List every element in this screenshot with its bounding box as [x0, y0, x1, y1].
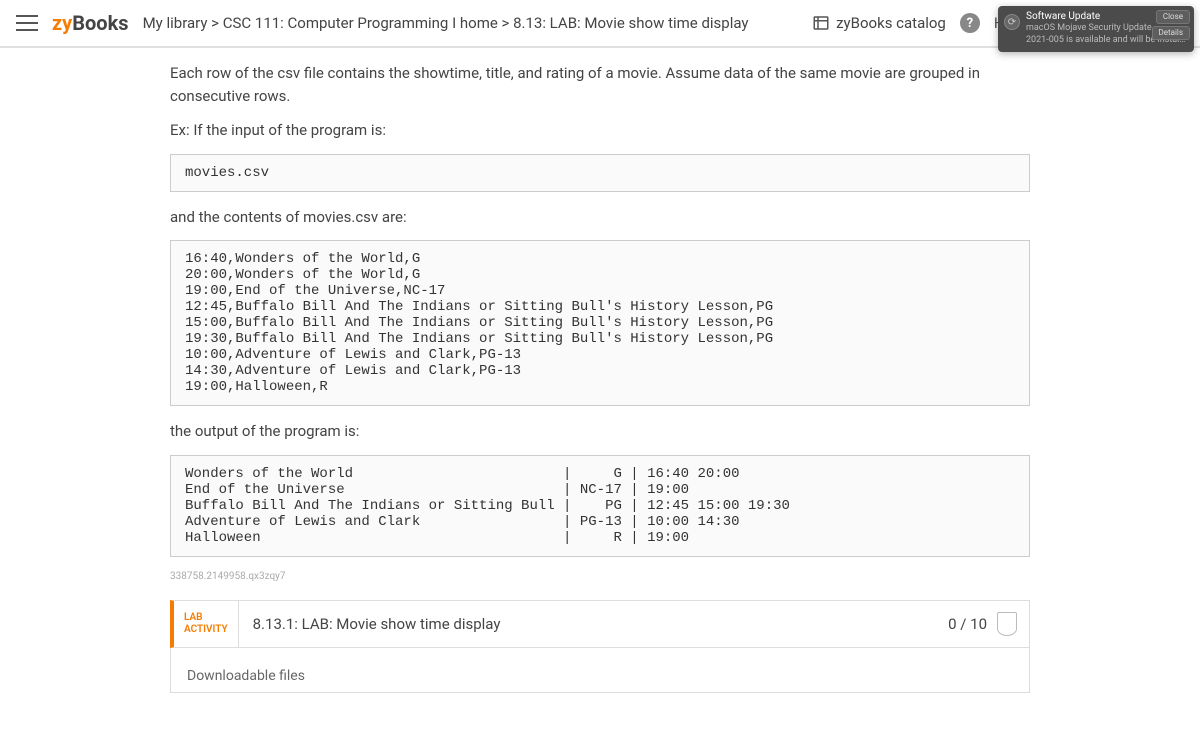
question-id: 338758.2149958.qx3zqy7	[170, 571, 1030, 582]
logo-rest: Books	[72, 11, 128, 35]
main-content: Each row of the csv file contains the sh…	[170, 48, 1030, 733]
score-shield-icon	[997, 612, 1017, 636]
software-update-notification: ⟳ Software Update macOS Mojave Security …	[998, 6, 1194, 52]
lab-score-area: 0 / 10	[936, 601, 1029, 647]
lab-tag-line2: ACTIVITY	[184, 624, 228, 636]
downloadable-files[interactable]: Downloadable files	[170, 648, 1030, 693]
catalog-label: zyBooks catalog	[836, 14, 946, 32]
lab-tag-line1: LAB	[184, 612, 228, 624]
lab-header: LAB ACTIVITY 8.13.1: LAB: Movie show tim…	[170, 600, 1030, 648]
program-output-box: Wonders of the World | G | 16:40 20:00 E…	[170, 455, 1030, 557]
lab-title: 8.13.1: LAB: Movie show time display	[239, 601, 936, 647]
details-button[interactable]: Details	[1152, 26, 1190, 40]
input-filename-box: movies.csv	[170, 154, 1030, 192]
intro-text: Each row of the csv file contains the sh…	[170, 62, 1030, 107]
logo[interactable]: zyBooks	[52, 11, 129, 35]
close-button[interactable]: Close	[1156, 10, 1190, 24]
logo-prefix: zy	[52, 11, 72, 35]
csv-contents-box: 16:40,Wonders of the World,G 20:00,Wonde…	[170, 240, 1030, 406]
catalog-icon	[812, 14, 830, 32]
menu-icon[interactable]	[16, 12, 38, 34]
gear-icon: ⟳	[1004, 14, 1020, 30]
breadcrumb[interactable]: My library > CSC 111: Computer Programmi…	[143, 14, 749, 32]
output-label: the output of the program is:	[170, 420, 1030, 443]
score-text: 0 / 10	[948, 615, 987, 633]
lab-activity-tag: LAB ACTIVITY	[174, 601, 239, 647]
help-icon[interactable]: ?	[960, 13, 980, 33]
example-label: Ex: If the input of the program is:	[170, 119, 1030, 142]
contents-label: and the contents of movies.csv are:	[170, 206, 1030, 229]
catalog-link[interactable]: zyBooks catalog	[812, 14, 946, 32]
